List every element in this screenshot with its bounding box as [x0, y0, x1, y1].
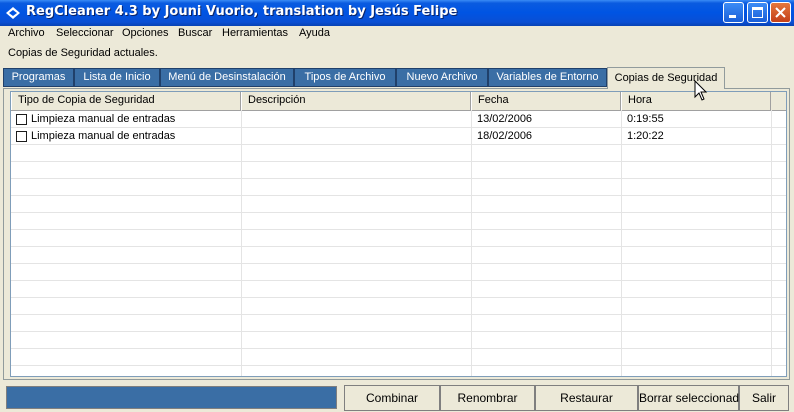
minimize-button[interactable] [723, 2, 744, 23]
menu-buscar[interactable]: Buscar [178, 27, 212, 39]
grid-line [11, 348, 786, 349]
grid-line [11, 195, 786, 196]
grid-line [11, 229, 786, 230]
grid-line [11, 280, 786, 281]
window-title: RegCleaner 4.3 by Jouni Vuorio, translat… [26, 4, 458, 19]
menu-bar: Archivo Seleccionar Opciones Buscar Herr… [0, 26, 794, 43]
tab-tipos-de-archivo[interactable]: Tipos de Archivo [294, 68, 396, 87]
maximize-icon [752, 7, 763, 18]
col-header-descripcion[interactable]: Descripción [241, 92, 471, 110]
minimize-icon [729, 15, 736, 18]
renombrar-button[interactable]: Renombrar [440, 385, 535, 411]
grid-line [11, 263, 786, 264]
menu-opciones[interactable]: Opciones [122, 27, 168, 39]
bottom-bar: Combinar Renombrar Restaurar Borrar sele… [0, 382, 794, 412]
cell-fecha: 13/02/2006 [477, 113, 533, 125]
grid-line [11, 314, 786, 315]
grid-line [621, 110, 622, 376]
close-icon [775, 7, 786, 18]
backup-list[interactable]: Tipo de Copia de Seguridad Descripción F… [10, 91, 787, 377]
cell-tipo: Limpieza manual de entradas [31, 130, 176, 142]
grid-line [241, 110, 242, 376]
menu-seleccionar[interactable]: Seleccionar [56, 27, 113, 39]
status-label: Copias de Seguridad actuales. [8, 47, 158, 59]
grid-line [11, 212, 786, 213]
grid-line [11, 365, 786, 366]
menu-herramientas[interactable]: Herramientas [222, 27, 288, 39]
row-checkbox[interactable] [16, 114, 27, 125]
title-bar[interactable]: RegCleaner 4.3 by Jouni Vuorio, translat… [0, 0, 794, 26]
tab-programas[interactable]: Programas [3, 68, 74, 87]
grid-line [11, 331, 786, 332]
row-checkbox[interactable] [16, 131, 27, 142]
borrar-seleccionado-button[interactable]: Borrar seleccionado [638, 385, 746, 411]
cell-hora: 0:19:55 [627, 113, 664, 125]
combinar-button[interactable]: Combinar [344, 385, 440, 411]
salir-button[interactable]: Salir [739, 385, 789, 411]
cell-tipo: Limpieza manual de entradas [31, 113, 176, 125]
grid-line [11, 297, 786, 298]
col-header-tipo[interactable]: Tipo de Copia de Seguridad [11, 92, 241, 110]
grid-line [11, 161, 786, 162]
table-row[interactable]: Limpieza manual de entradas 13/02/2006 0… [11, 111, 786, 128]
tab-menu-de-desinstalacion[interactable]: Menú de Desinstalación [160, 68, 294, 87]
mouse-cursor-icon [694, 80, 708, 101]
close-button[interactable] [770, 2, 791, 23]
col-header-fecha[interactable]: Fecha [471, 92, 621, 110]
cell-fecha: 18/02/2006 [477, 130, 533, 142]
app-icon [6, 7, 20, 19]
menu-ayuda[interactable]: Ayuda [299, 27, 330, 39]
tab-variables-de-entorno[interactable]: Variables de Entorno [488, 68, 607, 87]
restaurar-button[interactable]: Restaurar [535, 385, 638, 411]
table-row[interactable]: Limpieza manual de entradas 18/02/2006 1… [11, 128, 786, 145]
grid-line [771, 110, 772, 376]
tab-lista-de-inicio[interactable]: Lista de Inicio [74, 68, 160, 87]
grid-line [11, 246, 786, 247]
cell-hora: 1:20:22 [627, 130, 664, 142]
menu-archivo[interactable]: Archivo [8, 27, 45, 39]
tab-nuevo-archivo[interactable]: Nuevo Archivo [396, 68, 488, 87]
maximize-button[interactable] [747, 2, 768, 23]
progress-bar [6, 386, 337, 409]
list-header: Tipo de Copia de Seguridad Descripción F… [11, 92, 786, 111]
grid-line [471, 110, 472, 376]
grid-line [11, 178, 786, 179]
